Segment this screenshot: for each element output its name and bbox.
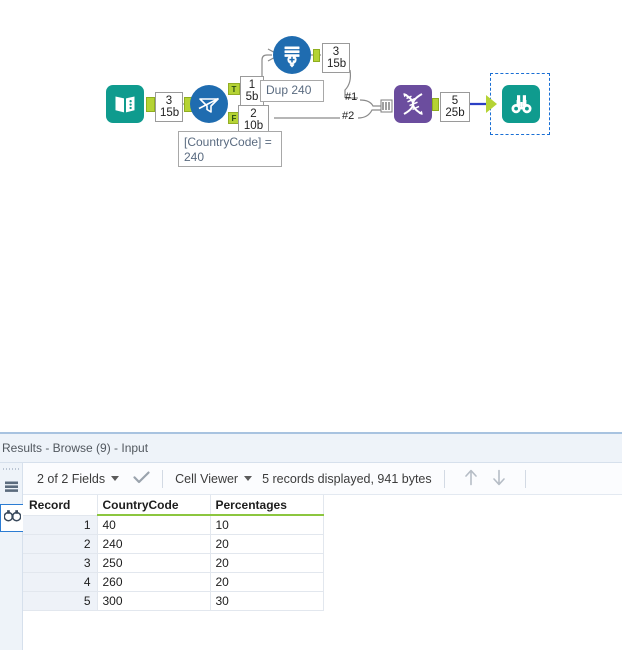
tool-summarize[interactable] <box>273 36 311 74</box>
anchor-summarize-output[interactable] <box>313 49 320 62</box>
results-data-grid[interactable]: Record CountryCode Percentages 1 40 10 2 <box>23 495 324 611</box>
connection-label-input-to-filter[interactable]: 3 15b <box>155 92 183 122</box>
cell-percentages[interactable]: 30 <box>209 591 324 611</box>
connection-wires <box>146 48 489 119</box>
table-row[interactable]: 5 300 30 <box>23 591 324 611</box>
table-row[interactable]: 3 250 20 <box>23 553 324 573</box>
workflow-canvas[interactable]: 3 15b T F 1 5b 2 10b [CountryCode] = 240 <box>0 0 622 432</box>
tool-union[interactable] <box>394 85 432 123</box>
table-row[interactable]: 2 240 20 <box>23 534 324 554</box>
cell-record: 3 <box>23 553 98 573</box>
table-row[interactable]: 4 260 20 <box>23 572 324 592</box>
anchor-union-output[interactable] <box>432 98 439 111</box>
table-row[interactable]: 1 40 10 <box>23 514 324 535</box>
column-header-percentages[interactable]: Percentages <box>209 495 324 516</box>
conn-size: 25b <box>445 107 465 119</box>
cell-countrycode[interactable]: 300 <box>96 591 211 611</box>
cell-countrycode[interactable]: 250 <box>96 553 211 573</box>
conn-records: 3 <box>332 46 340 58</box>
cell-record: 1 <box>23 514 98 535</box>
fields-selector-label[interactable]: 2 of 2 Fields <box>37 472 105 486</box>
cell-countrycode[interactable]: 260 <box>96 572 211 592</box>
chevron-down-icon[interactable] <box>244 476 253 481</box>
cell-record: 5 <box>23 591 98 611</box>
summarize-icon <box>273 36 311 74</box>
results-panel: Results - Browse (9) - Input 2 of 2 Fiel… <box>0 432 622 650</box>
cell-countrycode[interactable]: 40 <box>96 514 211 535</box>
binoculars-icon <box>3 509 21 527</box>
anchor-browse-input[interactable] <box>486 95 497 113</box>
connection-label-union-to-browse[interactable]: 5 25b <box>440 92 470 122</box>
toolbar-separator-3 <box>524 469 526 488</box>
results-table: Record CountryCode Percentages 1 40 10 2 <box>23 495 324 611</box>
table-view-icon <box>4 480 19 500</box>
conn-records: 1 <box>248 79 256 91</box>
results-body: 2 of 2 Fields Cell Viewer 5 records disp… <box>0 463 622 650</box>
filter-true-anchor[interactable]: T <box>228 83 240 95</box>
records-status-text: 5 records displayed, 941 bytes <box>262 471 432 486</box>
results-side-rail <box>0 463 23 650</box>
results-title: Results - Browse (9) - Input <box>2 441 149 455</box>
tool-browse[interactable] <box>502 85 540 123</box>
union-input1-label: #1 <box>345 91 358 103</box>
binoculars-icon <box>502 85 540 123</box>
tool-filter[interactable] <box>190 85 228 123</box>
conn-size: 15b <box>327 58 347 70</box>
table-header-row: Record CountryCode Percentages <box>23 495 324 516</box>
rail-table-view-button[interactable] <box>0 476 23 504</box>
column-header-countrycode[interactable]: CountryCode <box>96 495 211 516</box>
cell-countrycode[interactable]: 240 <box>96 534 211 554</box>
column-header-record[interactable]: Record <box>23 495 98 516</box>
funnel-icon <box>190 85 228 123</box>
conn-size: 5b <box>245 91 259 103</box>
rail-drag-handle[interactable] <box>3 465 19 474</box>
connection-label-summarize-to-union[interactable]: 3 15b <box>322 43 350 73</box>
conn-size: 15b <box>160 107 180 119</box>
chevron-down-icon[interactable] <box>111 476 120 481</box>
anchor-input-output[interactable] <box>146 97 155 112</box>
book-icon <box>106 85 144 123</box>
cell-record: 4 <box>23 572 98 592</box>
arrow-up-icon[interactable] <box>457 469 485 489</box>
cell-record: 2 <box>23 534 98 554</box>
cell-percentages[interactable]: 20 <box>209 553 324 573</box>
conn-records: 2 <box>250 108 257 120</box>
cell-percentages[interactable]: 20 <box>209 534 324 554</box>
conn-records: 3 <box>165 95 173 107</box>
checkmark-icon[interactable] <box>133 471 150 487</box>
rail-browse-button[interactable] <box>0 504 23 532</box>
annotation-filter: [CountryCode] = 240 <box>178 131 282 167</box>
union-input2-label: #2 <box>342 110 355 122</box>
results-toolbar: 2 of 2 Fields Cell Viewer 5 records disp… <box>23 463 622 495</box>
conn-records: 5 <box>451 95 459 107</box>
toolbar-separator-2 <box>443 469 445 488</box>
tool-input-data[interactable] <box>106 85 144 123</box>
arrow-down-icon[interactable] <box>485 469 513 489</box>
union-icon <box>394 85 432 123</box>
toolbar-separator-1 <box>162 469 164 488</box>
cell-percentages[interactable]: 10 <box>209 514 324 535</box>
annotation-summarize: Dup 240 <box>260 80 324 102</box>
results-main: 2 of 2 Fields Cell Viewer 5 records disp… <box>23 463 622 650</box>
cell-percentages[interactable]: 20 <box>209 572 324 592</box>
viewer-selector-label[interactable]: Cell Viewer <box>175 472 238 486</box>
results-titlebar: Results - Browse (9) - Input <box>0 434 622 463</box>
